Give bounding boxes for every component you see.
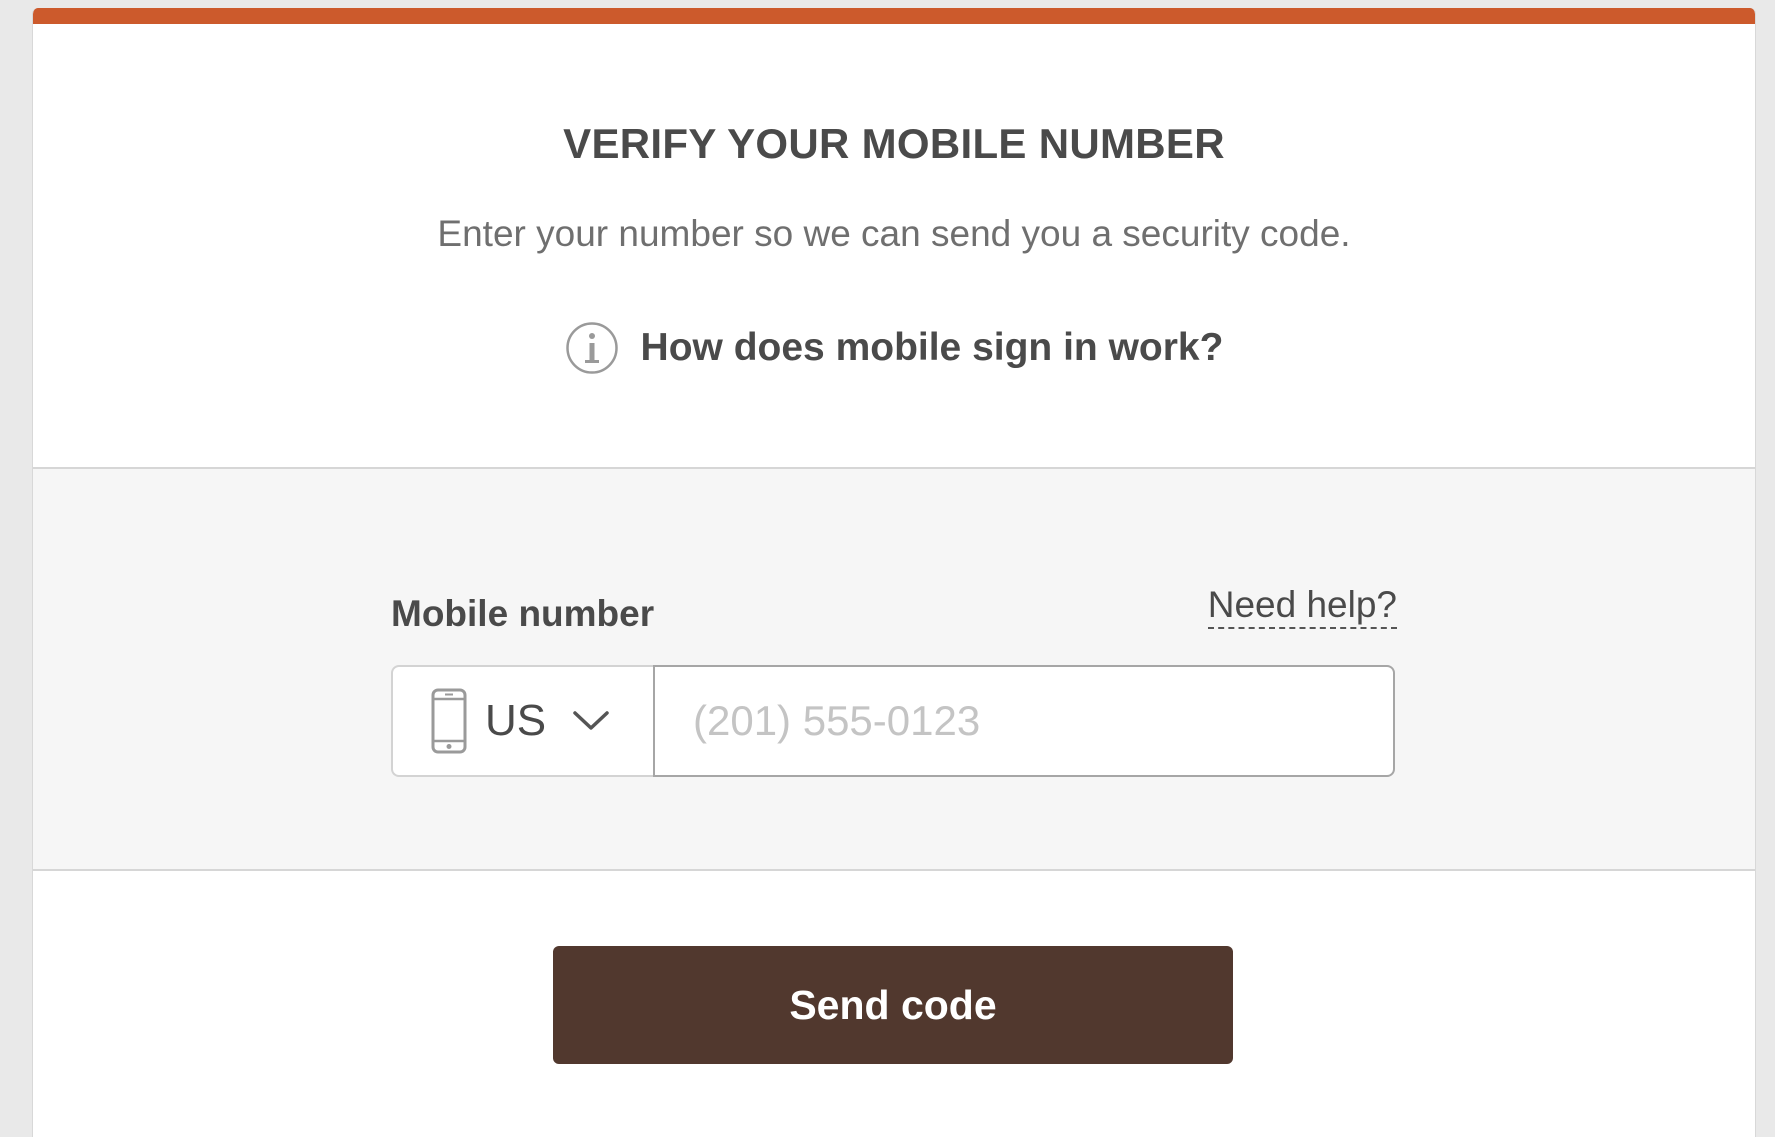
info-icon bbox=[565, 322, 618, 374]
info-row[interactable]: How does mobile sign in work? bbox=[33, 321, 1755, 375]
country-code-select[interactable]: US bbox=[391, 665, 653, 777]
mobile-number-label: Mobile number bbox=[391, 593, 655, 634]
country-code-value: US bbox=[485, 696, 547, 745]
mobile-number-input[interactable] bbox=[653, 665, 1395, 777]
mobile-sign-in-info-link[interactable]: How does mobile sign in work? bbox=[641, 326, 1224, 370]
verification-card: VERIFY YOUR MOBILE NUMBER Enter your num… bbox=[32, 8, 1756, 1137]
phone-form-section: Mobile number Need help? US bbox=[33, 467, 1755, 871]
page-subtitle: Enter your number so we can send you a s… bbox=[437, 213, 1351, 254]
accent-bar bbox=[33, 8, 1755, 24]
page-title: VERIFY YOUR MOBILE NUMBER bbox=[563, 120, 1225, 167]
send-code-button[interactable]: Send code bbox=[553, 946, 1233, 1064]
need-help-link[interactable]: Need help? bbox=[1207, 583, 1397, 629]
phone-input-group: US bbox=[391, 665, 1395, 777]
mobile-phone-icon bbox=[431, 688, 467, 754]
chevron-down-icon bbox=[573, 711, 609, 730]
